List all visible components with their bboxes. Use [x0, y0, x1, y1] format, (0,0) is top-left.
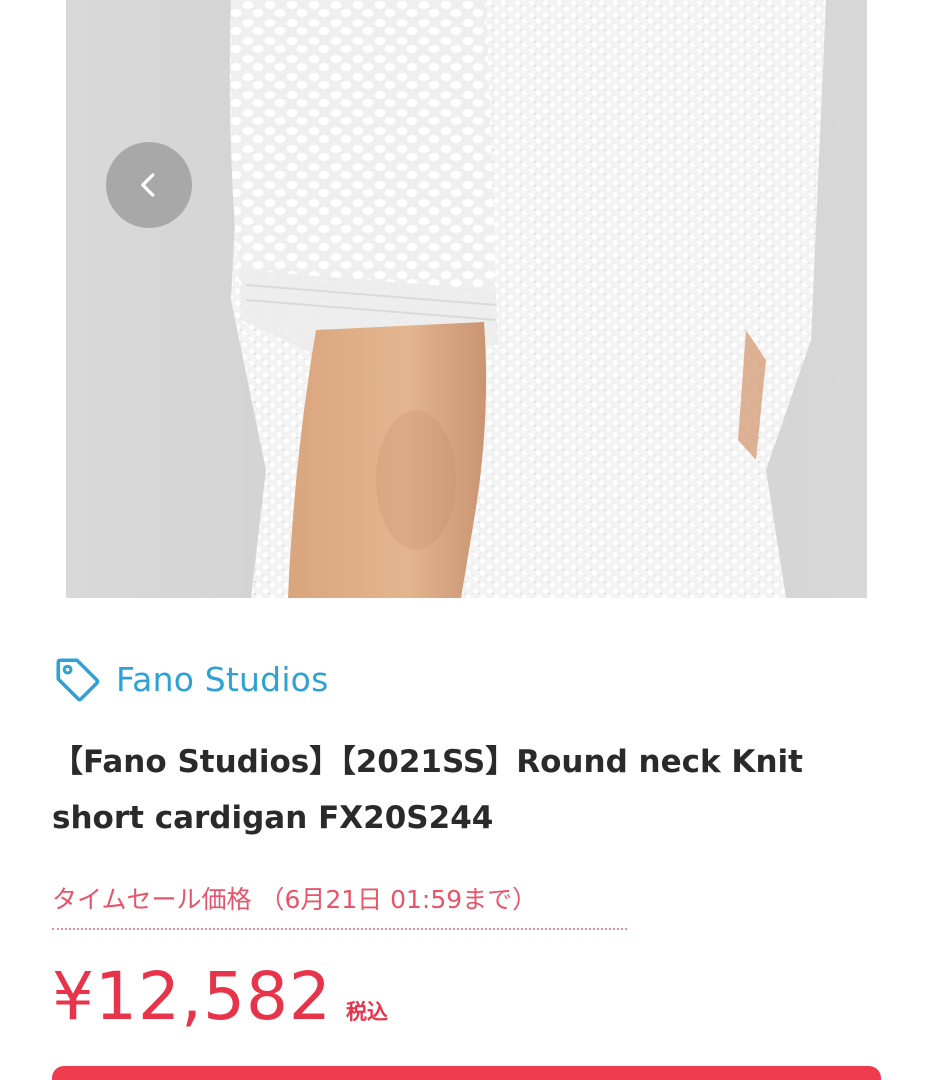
chevron-left-icon — [141, 173, 155, 197]
brand-link[interactable]: Fano Studios — [52, 652, 328, 706]
product-page: Fano Studios 【Fano Studios】【2021SS】Round… — [0, 0, 933, 1080]
add-to-cart-button[interactable] — [52, 1066, 881, 1080]
product-title: 【Fano Studios】【2021SS】Round neck Knit sh… — [52, 744, 803, 836]
tax-included-label: 税込 — [345, 1000, 388, 1024]
previous-image-button[interactable] — [106, 142, 192, 228]
product-photo — [66, 0, 867, 598]
product-image-gallery[interactable] — [66, 0, 867, 598]
sale-divider — [52, 928, 627, 930]
time-sale-label: タイムセール価格 （6月21日 01:59まで） — [52, 885, 538, 914]
tag-icon — [52, 654, 102, 704]
price-row: ¥12,582 税込 — [52, 958, 388, 1038]
brand-name: Fano Studios — [116, 659, 329, 699]
sale-price: ¥12,582 — [52, 958, 332, 1035]
